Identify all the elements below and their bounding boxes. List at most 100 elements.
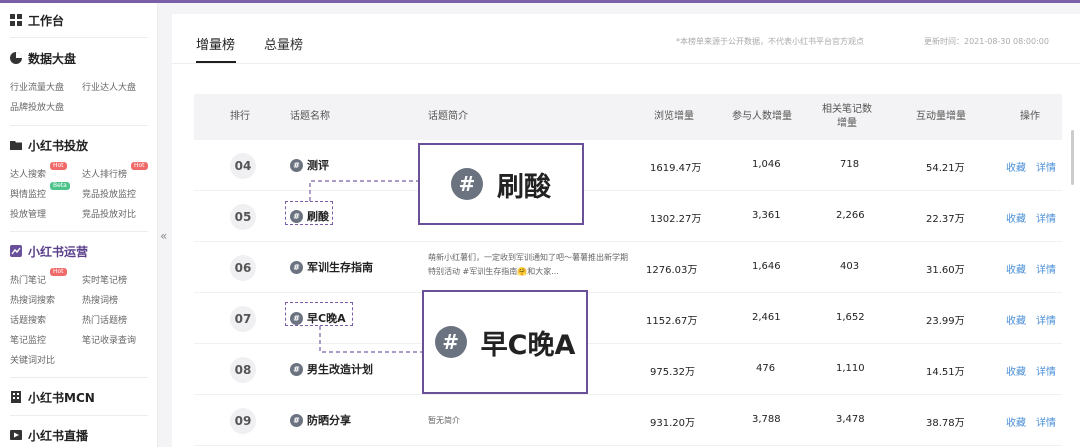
callout-box: # 刷酸	[418, 143, 584, 225]
topic-intro: 萌新小红薯们，一定收到军训通知了吧～薯薯推出新学期特别活动 #军训生存指南🤗和大…	[428, 253, 628, 276]
pie-chart-icon	[10, 52, 22, 64]
sidebar-section-data[interactable]: 数据大盘	[10, 49, 76, 67]
hashtag-icon: #	[290, 260, 303, 274]
collect-link[interactable]: 收藏	[1006, 363, 1026, 378]
sidebar-item-hot-word-search[interactable]: 热搜词搜索	[10, 293, 55, 306]
detail-link[interactable]: 详情	[1036, 363, 1056, 378]
sidebar-item-keyword-compare[interactable]: 关键词对比	[10, 353, 55, 366]
hot-badge: Hot	[50, 268, 67, 276]
views-cell: 1302.27万	[650, 214, 702, 225]
tab-increment[interactable]: 增量榜	[196, 34, 235, 53]
scrollbar[interactable]	[1071, 130, 1074, 185]
tab-total[interactable]: 总量榜	[264, 34, 303, 53]
participants-cell: 1,646	[752, 261, 781, 272]
participants-cell: 476	[756, 363, 776, 374]
rank-badge: 04	[230, 153, 256, 179]
notes-cell: 2,266	[836, 210, 865, 221]
table-row: 08 # 男生改造计划 975.32万 476 1,110 14.51万 收藏 详…	[194, 344, 1062, 395]
rank-badge: 06	[230, 255, 256, 281]
sidebar-item-competitor-compare[interactable]: 竞品投放对比	[82, 207, 136, 220]
sidebar-item-hot-topic-ranking[interactable]: 热门话题榜	[82, 313, 127, 326]
sidebar-item-topic-search[interactable]: 话题搜索	[10, 313, 46, 326]
update-time: 更新时间：2021-08-30 08:00:00	[924, 37, 1049, 46]
sidebar-item-kol-ranking[interactable]: 达人排行榜	[82, 167, 127, 180]
header-intro: 话题简介	[428, 111, 468, 122]
sidebar-item-industry-traffic[interactable]: 行业流量大盘	[10, 80, 64, 93]
participants-cell: 3,361	[752, 210, 781, 221]
collect-link[interactable]: 收藏	[1006, 159, 1026, 174]
collapse-sidebar-icon[interactable]: «	[160, 229, 167, 243]
notes-cell: 3,478	[836, 414, 865, 425]
sidebar-workbench[interactable]: 工作台	[10, 11, 64, 29]
sidebar-section-title: 数据大盘	[28, 51, 77, 66]
collect-link[interactable]: 收藏	[1006, 414, 1026, 429]
rank-badge: 07	[230, 306, 256, 332]
callout-text: 早C晚A	[480, 329, 576, 361]
table-row: 06 # 军训生存指南 萌新小红薯们，一定收到军训通知了吧～薯薯推出新学期特别活动…	[194, 242, 1062, 293]
sidebar-item-competitor-monitor[interactable]: 竞品投放监控	[82, 187, 136, 200]
views-cell: 1619.47万	[650, 163, 702, 174]
collect-link[interactable]: 收藏	[1006, 261, 1026, 276]
top-accent-bar	[0, 0, 1080, 3]
header-interactions: 互动量增量	[916, 111, 966, 122]
beta-badge: Beta	[50, 182, 70, 190]
hashtag-icon: #	[290, 362, 303, 376]
sidebar-section-operations[interactable]: 小红书运营	[10, 242, 88, 260]
topic-name[interactable]: # 军训生存指南	[290, 259, 373, 275]
sidebar-workbench-label: 工作台	[28, 13, 65, 28]
folder-icon	[10, 141, 22, 150]
hashtag-icon: #	[290, 158, 303, 172]
sidebar-item-hot-notes[interactable]: 热门笔记	[10, 273, 46, 286]
header-rank: 排行	[230, 111, 250, 122]
participants-cell: 2,461	[752, 312, 781, 323]
detail-link[interactable]: 详情	[1036, 414, 1056, 429]
sidebar-item-industry-kol[interactable]: 行业达人大盘	[82, 80, 136, 93]
header-topic: 话题名称	[290, 111, 330, 122]
detail-link[interactable]: 详情	[1036, 261, 1056, 276]
sidebar-section-live[interactable]: 小红书直播	[10, 426, 88, 444]
sidebar-item-note-index[interactable]: 笔记收录查询	[82, 333, 136, 346]
building-icon	[11, 391, 21, 403]
sidebar-item-ads-management[interactable]: 投放管理	[10, 207, 46, 220]
sidebar-item-note-monitor[interactable]: 笔记监控	[10, 333, 46, 346]
collect-link[interactable]: 收藏	[1006, 210, 1026, 225]
interactions-cell: 22.37万	[926, 214, 965, 225]
sidebar-item-realtime-notes[interactable]: 实时笔记榜	[82, 273, 127, 286]
sidebar-section-ads[interactable]: 小红书投放	[10, 136, 88, 154]
detail-link[interactable]: 详情	[1036, 312, 1056, 327]
topic-name[interactable]: # 防晒分享	[290, 412, 351, 428]
views-cell: 1276.03万	[646, 265, 698, 276]
hashtag-icon: #	[434, 326, 467, 358]
table-header: 排行 话题名称 话题简介 浏览增量 参与人数增量 相关笔记数增量 互动量增量 操…	[194, 94, 1062, 140]
sidebar-item-kol-search[interactable]: 达人搜索	[10, 167, 46, 180]
table-row: 04 # 测评 1619.47万 1,046 718 54.21万 收藏 详情	[194, 140, 1062, 191]
sidebar-item-hot-word-ranking[interactable]: 热搜词榜	[82, 293, 118, 306]
topic-name[interactable]: # 测评	[290, 157, 329, 173]
sidebar-item-sentiment[interactable]: 舆情监控	[10, 187, 46, 200]
sidebar: 工作台 数据大盘 行业流量大盘 行业达人大盘 品牌投放大盘 小红书投放 达人搜索…	[0, 3, 158, 447]
sidebar-section-title: 小红书运营	[28, 244, 89, 259]
rank-badge: 05	[230, 204, 256, 230]
highlight-box	[285, 302, 353, 326]
main-panel: 增量榜 总量榜 *本榜单来源于公开数据，不代表小红书平台官方观点 更新时间：20…	[172, 14, 1080, 447]
collect-link[interactable]: 收藏	[1006, 312, 1026, 327]
topic-name[interactable]: # 男生改造计划	[290, 361, 373, 377]
notes-cell: 403	[840, 261, 860, 272]
header-notes: 相关笔记数增量	[822, 104, 872, 129]
detail-link[interactable]: 详情	[1036, 210, 1056, 225]
detail-link[interactable]: 详情	[1036, 159, 1056, 174]
sidebar-section-title: 小红书直播	[28, 428, 89, 443]
header-views: 浏览增量	[654, 111, 694, 122]
interactions-cell: 23.99万	[926, 316, 965, 327]
rank-badge: 09	[230, 408, 256, 434]
callout-text: 刷酸	[497, 171, 551, 203]
interactions-cell: 31.60万	[926, 265, 965, 276]
disclaimer-note: *本榜单来源于公开数据，不代表小红书平台官方观点	[676, 37, 864, 46]
highlight-box	[285, 201, 333, 225]
sidebar-item-brand-ads[interactable]: 品牌投放大盘	[10, 100, 64, 113]
header-actions: 操作	[1020, 111, 1040, 122]
sidebar-section-mcn[interactable]: 小红书MCN	[10, 388, 95, 406]
hashtag-icon: #	[290, 413, 303, 427]
hot-badge: Hot	[50, 162, 67, 170]
live-icon	[10, 430, 22, 440]
